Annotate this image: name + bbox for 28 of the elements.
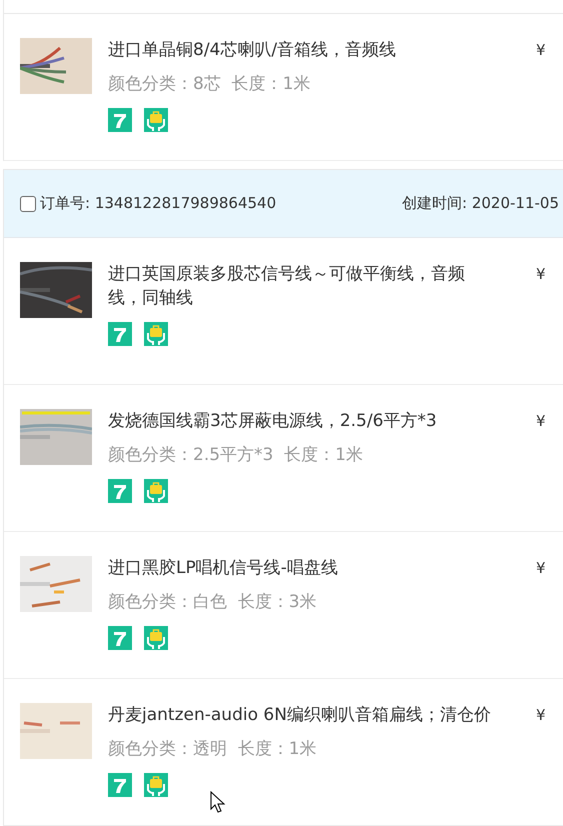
product-price: ¥ xyxy=(535,40,547,61)
order-number: 订单号: 1348122817989864540 xyxy=(40,194,276,213)
product-title[interactable]: 发烧德国线霸3芯屏蔽电源线，2.5/6平方*3 xyxy=(108,409,496,433)
order-checkbox[interactable] xyxy=(20,196,36,212)
bag-in-hands-icon xyxy=(144,626,168,650)
product-specs: 颜色分类：白色 长度：3米 xyxy=(108,591,318,614)
product-title[interactable]: 进口单晶铜8/4芯喇叭/音箱线，音频线 xyxy=(108,38,496,62)
product-specs: 颜色分类：2.5平方*3 长度：1米 xyxy=(108,444,364,467)
product-price: ¥ xyxy=(535,558,547,579)
product-price: ¥ xyxy=(535,705,547,726)
seven-day-icon xyxy=(108,773,132,797)
bag-in-hands-icon xyxy=(144,479,168,503)
seven-day-icon xyxy=(108,108,132,132)
product-price: ¥ xyxy=(535,411,547,432)
seven-day-icon xyxy=(108,626,132,650)
bag-in-hands-icon xyxy=(144,322,168,346)
bag-in-hands-icon xyxy=(144,773,168,797)
created-time: 创建时间: 2020-11-05 xyxy=(402,194,560,213)
product-title[interactable]: 进口黑胶LP唱机信号线-唱盘线 xyxy=(108,556,496,580)
product-specs: 颜色分类：透明 长度：1米 xyxy=(108,738,318,761)
cursor-icon xyxy=(210,791,226,815)
product-specs: 颜色分类：8芯 长度：1米 xyxy=(108,73,312,96)
seven-day-icon xyxy=(108,322,132,346)
product-title[interactable]: 丹麦jantzen-audio 6N编织喇叭音箱扁线；清仓价 xyxy=(108,703,496,727)
product-price: ¥ xyxy=(535,264,547,285)
product-title[interactable]: 进口英国原装多股芯信号线～可做平衡线，音频线，同轴线 xyxy=(108,262,496,310)
bag-in-hands-icon xyxy=(144,108,168,132)
seven-day-icon xyxy=(108,479,132,503)
